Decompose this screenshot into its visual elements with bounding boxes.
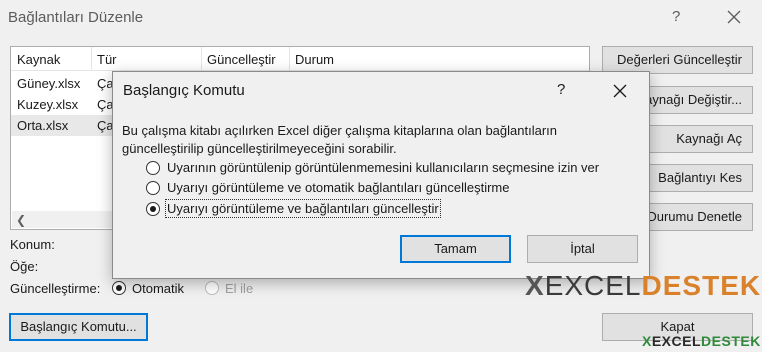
location-label: Konum: <box>10 237 55 252</box>
list-header: Kaynak Tür Güncelleştir Durum <box>11 47 589 71</box>
column-header-status[interactable]: Durum <box>295 52 334 67</box>
watermark-word: DESTEK <box>701 333 761 349</box>
watermark-word: EXCEL <box>544 270 642 301</box>
modal-title: Başlangıç Komutu <box>123 82 245 99</box>
option-label[interactable]: Uyarıyı görüntüleme ve otomatik bağlantı… <box>167 180 510 195</box>
column-divider[interactable] <box>201 47 202 71</box>
radio-button[interactable] <box>146 181 160 195</box>
modal-description: Bu çalışma kitabı açılırken Excel diğer … <box>122 123 557 156</box>
startup-prompt-button[interactable]: Başlangıç Komutu... <box>9 313 148 341</box>
watermark-word: EXCEL <box>651 333 702 349</box>
update-label: Güncelleştirme: <box>10 281 101 296</box>
link-source: Güney.xlsx <box>17 76 81 91</box>
option-label[interactable]: Uyarıyı görüntüleme ve bağlantıları günc… <box>165 199 441 218</box>
close-icon[interactable] <box>722 5 746 29</box>
column-header-type[interactable]: Tür <box>97 52 117 67</box>
radio-button[interactable] <box>146 202 160 216</box>
watermark-mark: X <box>642 333 652 349</box>
cancel-button[interactable]: İptal <box>527 235 638 263</box>
watermark-mark: X <box>525 270 545 301</box>
option-label[interactable]: Uyarının görüntülenip görüntülenmemesini… <box>167 160 599 175</box>
automatic-radio[interactable] <box>112 281 126 295</box>
column-divider[interactable] <box>91 47 92 71</box>
help-button[interactable]: ? <box>672 8 680 25</box>
link-source: Kuzey.xlsx <box>17 97 79 112</box>
watermark-logo: XEXCELDESTEK <box>525 270 761 302</box>
dialog-title: Bağlantıları Düzenle <box>8 9 144 26</box>
column-header-update[interactable]: Güncelleştir <box>207 52 276 67</box>
watermark-logo-small: XEXCELDESTEK <box>642 333 761 349</box>
link-source: Orta.xlsx <box>17 118 69 133</box>
automatic-label[interactable]: Otomatik <box>132 281 184 296</box>
update-values-button[interactable]: Değerleri Güncelleştir <box>602 46 753 74</box>
column-header-source[interactable]: Kaynak <box>17 52 60 67</box>
column-divider[interactable] <box>289 47 290 71</box>
close-icon[interactable] <box>609 80 631 102</box>
manual-label[interactable]: El ile <box>225 281 253 296</box>
modal-help-button[interactable]: ? <box>557 81 565 98</box>
ok-button[interactable]: Tamam <box>400 235 511 263</box>
manual-radio[interactable] <box>205 281 219 295</box>
item-label: Öğe: <box>10 259 39 274</box>
arrow-left-icon[interactable]: ❮ <box>16 213 26 227</box>
startup-prompt-dialog: Başlangıç Komutu ? Bu çalışma kitabı açı… <box>112 71 650 279</box>
watermark-word: DESTEK <box>641 270 762 301</box>
radio-button[interactable] <box>146 161 160 175</box>
